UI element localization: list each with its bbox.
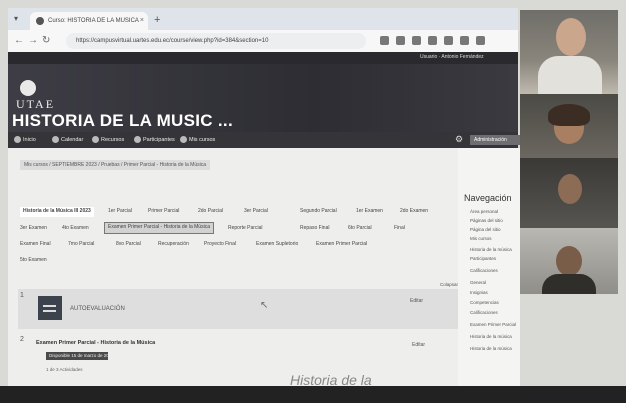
nav-item[interactable]: General xyxy=(470,280,520,286)
nav-item[interactable]: Páginas del sitio xyxy=(470,218,520,224)
navigation-title: Navegación xyxy=(464,193,512,203)
menu-item-recursos[interactable]: Recursos xyxy=(92,135,124,145)
nav-item[interactable]: Competencias xyxy=(470,300,520,306)
nav-item[interactable]: Historia de la música xyxy=(470,346,520,352)
participant-face xyxy=(556,18,586,56)
nav-item[interactable]: Examen Primer Parcial xyxy=(470,322,520,328)
course-tab[interactable]: 1er Examen xyxy=(356,207,383,217)
new-tab-button[interactable]: + xyxy=(154,13,160,27)
participant-hair xyxy=(548,104,590,126)
video-tile xyxy=(520,158,618,228)
tab-menu-icon[interactable]: ▾ xyxy=(14,14,18,23)
course-tab[interactable]: 7mo Parcial xyxy=(68,240,94,250)
course-tab[interactable]: Segundo Parcial xyxy=(300,207,337,217)
favicon-icon xyxy=(36,17,44,25)
course-tab[interactable]: Examen Final xyxy=(20,240,51,250)
extension-icon[interactable] xyxy=(460,36,469,45)
section-number: 2 xyxy=(20,336,24,343)
section-number: 1 xyxy=(20,292,24,299)
browser-toolbar: ← → ↻ https://campusvirtual.uartes.edu.e… xyxy=(8,30,518,53)
course-tab[interactable]: 5to Examen xyxy=(20,256,47,266)
course-tab[interactable]: Primer Parcial xyxy=(148,207,179,217)
main-menu: Inicio Calendar Recursos Participantes M… xyxy=(8,132,518,148)
participant-face xyxy=(558,174,582,204)
browser-tab-strip: ▾ Curso: HISTORIA DE LA MUSICA × + xyxy=(8,8,518,30)
gear-icon[interactable]: ⚙ xyxy=(455,134,463,145)
course-tab[interactable]: Reporte Parcial xyxy=(228,224,262,234)
course-content xyxy=(8,148,458,386)
participant-face xyxy=(556,246,582,276)
course-tab-active[interactable]: Examen Primer Parcial - Historia de la M… xyxy=(104,222,214,234)
course-tab[interactable]: 1er Parcial xyxy=(108,207,132,217)
video-tile xyxy=(520,94,618,158)
calendar-icon xyxy=(52,136,59,144)
courses-icon xyxy=(180,136,187,144)
users-icon xyxy=(134,136,141,144)
nav-item[interactable]: Historia de la música xyxy=(470,334,520,340)
course-tab[interactable]: 2do Examen xyxy=(400,207,428,217)
video-tile xyxy=(520,10,618,94)
course-title: HISTORIA DE LA MUSIC ... xyxy=(12,111,233,130)
back-icon[interactable]: ← xyxy=(14,34,24,48)
course-tab[interactable]: 3er Parcial xyxy=(244,207,268,217)
video-tile xyxy=(520,228,618,294)
course-tab[interactable]: 6to Parcial xyxy=(348,224,372,234)
extension-icon[interactable] xyxy=(412,36,421,45)
mouse-cursor-icon: ↖ xyxy=(260,300,269,311)
course-tab[interactable]: 2do Parcial xyxy=(198,207,223,217)
course-tab[interactable]: Proyecto Final xyxy=(204,240,236,250)
nav-item[interactable]: Calificaciones xyxy=(470,268,520,274)
forward-icon[interactable]: → xyxy=(28,34,38,48)
nav-item[interactable]: Insignias xyxy=(470,290,520,296)
reload-icon[interactable]: ↻ xyxy=(42,34,50,48)
menu-item-inicio[interactable]: Inicio xyxy=(14,135,36,145)
course-tab[interactable]: 3er Examen xyxy=(20,224,47,234)
quiz-icon xyxy=(38,296,62,320)
course-tab[interactable]: Final xyxy=(394,224,405,234)
extension-icon[interactable] xyxy=(380,36,389,45)
nav-item[interactable]: Área personal xyxy=(470,209,520,215)
nav-item[interactable]: Participantes xyxy=(470,256,520,262)
home-icon xyxy=(14,136,21,144)
breadcrumb[interactable]: Mis cursos / SEPTIEMBRE 2023 / Pruebas /… xyxy=(20,160,210,170)
autoevaluacion-link[interactable]: AUTOEVALUACIÓN xyxy=(70,306,125,312)
course-tab[interactable]: Historia de la Música III 2023 xyxy=(20,207,94,217)
nav-item[interactable]: Historia de la música xyxy=(470,247,520,253)
user-menu[interactable]: Usuario · Antonio Fernández xyxy=(420,54,484,60)
extension-icon[interactable] xyxy=(396,36,405,45)
nav-item[interactable]: Mis cursos xyxy=(470,236,520,242)
section-title[interactable]: Examen Primer Parcial - Historia de la M… xyxy=(36,340,155,346)
logo-text: UTAE xyxy=(16,97,56,111)
participant-shirt xyxy=(538,56,602,94)
extension-icon[interactable] xyxy=(444,36,453,45)
extension-icon[interactable] xyxy=(428,36,437,45)
activity-count: 1 de 3 Actividades xyxy=(46,367,83,372)
admin-button[interactable]: Administración xyxy=(470,135,524,145)
address-bar[interactable]: https://campusvirtual.uartes.edu.ec/cour… xyxy=(66,33,366,49)
resources-icon xyxy=(92,136,99,144)
course-tab[interactable]: Examen Supletorio xyxy=(256,240,298,250)
course-tab[interactable]: 8vo Parcial xyxy=(116,240,141,250)
participant-shirt xyxy=(542,274,596,294)
logo-icon xyxy=(20,80,36,96)
availability-badge: Disponible 15 de marzo de 2024 xyxy=(46,352,108,360)
bottom-bar xyxy=(0,386,626,403)
browser-tab[interactable]: Curso: HISTORIA DE LA MUSICA × xyxy=(30,12,148,30)
nav-item[interactable]: Página del sitio xyxy=(470,227,520,233)
nav-item[interactable]: Calificaciones xyxy=(470,310,520,316)
tab-title: Curso: HISTORIA DE LA MUSICA xyxy=(48,18,139,24)
menu-item-participantes[interactable]: Participantes xyxy=(134,135,175,145)
course-tab[interactable]: Examen Primer Parcial xyxy=(316,240,367,250)
course-tab[interactable]: 4to Examen xyxy=(62,224,89,234)
edit-menu[interactable]: Editar xyxy=(410,298,423,304)
menu-item-mis-cursos[interactable]: Mis cursos xyxy=(180,135,215,145)
course-tab[interactable]: Repaso Final xyxy=(300,224,329,234)
extension-icon[interactable] xyxy=(476,36,485,45)
menu-item-calendar[interactable]: Calendar xyxy=(52,135,83,145)
course-tab[interactable]: Recuperación xyxy=(158,240,189,250)
tab-close-icon[interactable]: × xyxy=(140,12,144,30)
edit-menu[interactable]: Editar xyxy=(412,342,425,348)
